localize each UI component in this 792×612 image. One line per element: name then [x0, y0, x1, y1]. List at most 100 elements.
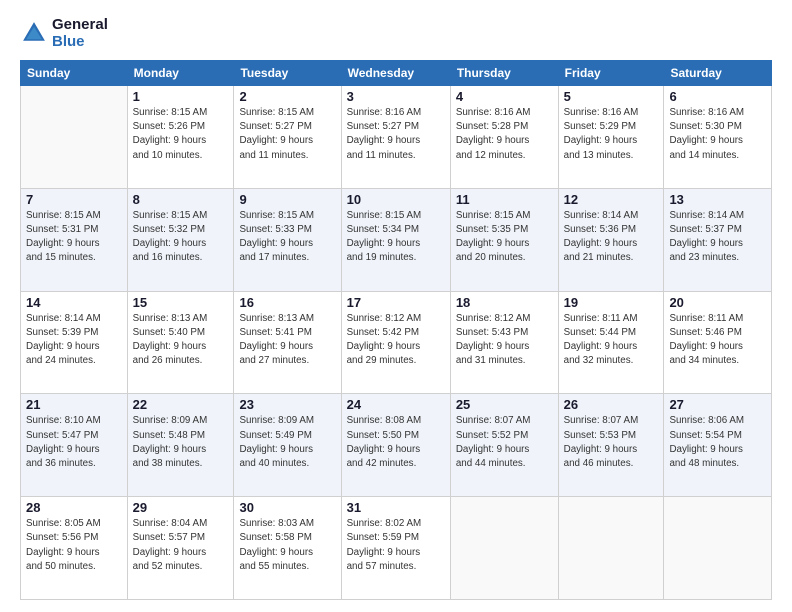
day-info: Sunrise: 8:04 AMSunset: 5:57 PMDaylight:…: [133, 517, 229, 574]
calendar-cell: 20 Sunrise: 8:11 AMSunset: 5:46 PMDayligh…: [664, 291, 772, 394]
calendar-cell: [450, 497, 558, 600]
calendar-week-row: 21Sunrise: 8:10 AMSunset: 5:47 PMDayligh…: [21, 394, 772, 497]
day-info: Sunrise: 8:08 AMSunset: 5:50 PMDaylight:…: [347, 414, 445, 471]
day-number: 29: [133, 500, 229, 515]
calendar-cell: 31Sunrise: 8:02 AMSunset: 5:59 PMDayligh…: [341, 497, 450, 600]
day-number: 1: [133, 89, 229, 104]
weekday-header-thursday: Thursday: [450, 61, 558, 86]
day-info: Sunrise: 8:14 AMSunset: 5:37 PMDaylight:…: [669, 209, 766, 266]
day-info: Sunrise: 8:05 AMSunset: 5:56 PMDaylight:…: [26, 517, 122, 574]
day-info: Sunrise: 8:15 AMSunset: 5:32 PMDaylight:…: [133, 209, 229, 266]
calendar-week-row: 1 Sunrise: 8:15 AMSunset: 5:26 PMDaylight…: [21, 86, 772, 189]
calendar-cell: 13 Sunrise: 8:14 AMSunset: 5:37 PMDayligh…: [664, 188, 772, 291]
day-number: 23: [239, 397, 335, 412]
day-info: Sunrise: 8:07 AMSunset: 5:52 PMDaylight:…: [456, 414, 553, 471]
day-info: Sunrise: 8:16 AMSunset: 5:27 PMDaylight:…: [347, 106, 445, 163]
day-info: Sunrise: 8:15 AMSunset: 5:33 PMDaylight:…: [239, 209, 335, 266]
calendar-cell: 4 Sunrise: 8:16 AMSunset: 5:28 PMDaylight…: [450, 86, 558, 189]
calendar-cell: 19Sunrise: 8:11 AMSunset: 5:44 PMDayligh…: [558, 291, 664, 394]
calendar-cell: 9 Sunrise: 8:15 AMSunset: 5:33 PMDaylight…: [234, 188, 341, 291]
day-info: Sunrise: 8:07 AMSunset: 5:53 PMDaylight:…: [564, 414, 659, 471]
weekday-header-sunday: Sunday: [21, 61, 128, 86]
day-info: Sunrise: 8:09 AMSunset: 5:48 PMDaylight:…: [133, 414, 229, 471]
day-number: 30: [239, 500, 335, 515]
logo-text: General Blue: [52, 16, 108, 50]
calendar-cell: 16 Sunrise: 8:13 AMSunset: 5:41 PMDayligh…: [234, 291, 341, 394]
calendar-cell: 17 Sunrise: 8:12 AMSunset: 5:42 PMDayligh…: [341, 291, 450, 394]
calendar-cell: 26 Sunrise: 8:07 AMSunset: 5:53 PMDayligh…: [558, 394, 664, 497]
calendar-cell: 21Sunrise: 8:10 AMSunset: 5:47 PMDayligh…: [21, 394, 128, 497]
day-info: Sunrise: 8:15 AMSunset: 5:31 PMDaylight:…: [26, 209, 122, 266]
weekday-header-wednesday: Wednesday: [341, 61, 450, 86]
day-number: 20: [669, 295, 766, 310]
day-number: 16: [239, 295, 335, 310]
day-number: 31: [347, 500, 445, 515]
day-info: Sunrise: 8:03 AMSunset: 5:58 PMDaylight:…: [239, 517, 335, 574]
day-number: 27: [669, 397, 766, 412]
day-number: 11: [456, 192, 553, 207]
weekday-header-monday: Monday: [127, 61, 234, 86]
calendar-cell: 1 Sunrise: 8:15 AMSunset: 5:26 PMDaylight…: [127, 86, 234, 189]
calendar-cell: 23 Sunrise: 8:09 AMSunset: 5:49 PMDayligh…: [234, 394, 341, 497]
weekday-header-row: SundayMondayTuesdayWednesdayThursdayFrid…: [21, 61, 772, 86]
day-info: Sunrise: 8:16 AMSunset: 5:30 PMDaylight:…: [669, 106, 766, 163]
calendar-cell: [664, 497, 772, 600]
logo: General Blue: [20, 16, 108, 50]
calendar-cell: 14 Sunrise: 8:14 AMSunset: 5:39 PMDayligh…: [21, 291, 128, 394]
day-number: 3: [347, 89, 445, 104]
day-number: 21: [26, 397, 122, 412]
day-info: Sunrise: 8:09 AMSunset: 5:49 PMDaylight:…: [239, 414, 335, 471]
day-number: 13: [669, 192, 766, 207]
day-number: 22: [133, 397, 229, 412]
day-number: 17: [347, 295, 445, 310]
calendar-cell: 25 Sunrise: 8:07 AMSunset: 5:52 PMDayligh…: [450, 394, 558, 497]
day-info: Sunrise: 8:11 AMSunset: 5:46 PMDaylight:…: [669, 312, 766, 369]
calendar-cell: [21, 86, 128, 189]
calendar-cell: 11 Sunrise: 8:15 AMSunset: 5:35 PMDayligh…: [450, 188, 558, 291]
day-info: Sunrise: 8:12 AMSunset: 5:42 PMDaylight:…: [347, 312, 445, 369]
calendar-cell: 2 Sunrise: 8:15 AMSunset: 5:27 PMDaylight…: [234, 86, 341, 189]
calendar-cell: 28 Sunrise: 8:05 AMSunset: 5:56 PMDayligh…: [21, 497, 128, 600]
day-info: Sunrise: 8:15 AMSunset: 5:35 PMDaylight:…: [456, 209, 553, 266]
day-number: 25: [456, 397, 553, 412]
day-number: 9: [239, 192, 335, 207]
day-info: Sunrise: 8:13 AMSunset: 5:41 PMDaylight:…: [239, 312, 335, 369]
header: General Blue: [20, 16, 772, 50]
day-number: 28: [26, 500, 122, 515]
day-number: 8: [133, 192, 229, 207]
weekday-header-tuesday: Tuesday: [234, 61, 341, 86]
day-number: 15: [133, 295, 229, 310]
calendar-cell: 29 Sunrise: 8:04 AMSunset: 5:57 PMDayligh…: [127, 497, 234, 600]
calendar-cell: 8 Sunrise: 8:15 AMSunset: 5:32 PMDaylight…: [127, 188, 234, 291]
calendar-cell: 12 Sunrise: 8:14 AMSunset: 5:36 PMDayligh…: [558, 188, 664, 291]
day-number: 12: [564, 192, 659, 207]
day-info: Sunrise: 8:15 AMSunset: 5:34 PMDaylight:…: [347, 209, 445, 266]
day-number: 2: [239, 89, 335, 104]
day-info: Sunrise: 8:15 AMSunset: 5:27 PMDaylight:…: [239, 106, 335, 163]
day-number: 14: [26, 295, 122, 310]
day-info: Sunrise: 8:16 AMSunset: 5:28 PMDaylight:…: [456, 106, 553, 163]
weekday-header-friday: Friday: [558, 61, 664, 86]
calendar-cell: 30 Sunrise: 8:03 AMSunset: 5:58 PMDayligh…: [234, 497, 341, 600]
day-number: 24: [347, 397, 445, 412]
logo-icon: [20, 19, 48, 47]
day-number: 5: [564, 89, 659, 104]
day-info: Sunrise: 8:14 AMSunset: 5:36 PMDaylight:…: [564, 209, 659, 266]
day-info: Sunrise: 8:14 AMSunset: 5:39 PMDaylight:…: [26, 312, 122, 369]
calendar-cell: [558, 497, 664, 600]
calendar-cell: 18Sunrise: 8:12 AMSunset: 5:43 PMDayligh…: [450, 291, 558, 394]
day-number: 19: [564, 295, 659, 310]
day-info: Sunrise: 8:16 AMSunset: 5:29 PMDaylight:…: [564, 106, 659, 163]
day-number: 7: [26, 192, 122, 207]
calendar-cell: 15Sunrise: 8:13 AMSunset: 5:40 PMDayligh…: [127, 291, 234, 394]
day-number: 10: [347, 192, 445, 207]
day-number: 4: [456, 89, 553, 104]
weekday-header-saturday: Saturday: [664, 61, 772, 86]
page: General Blue SundayMondayTuesdayWednesda…: [0, 0, 792, 612]
day-number: 26: [564, 397, 659, 412]
calendar-table: SundayMondayTuesdayWednesdayThursdayFrid…: [20, 60, 772, 600]
day-info: Sunrise: 8:15 AMSunset: 5:26 PMDaylight:…: [133, 106, 229, 163]
calendar-cell: 7 Sunrise: 8:15 AMSunset: 5:31 PMDaylight…: [21, 188, 128, 291]
calendar-cell: 10 Sunrise: 8:15 AMSunset: 5:34 PMDayligh…: [341, 188, 450, 291]
calendar-cell: 27Sunrise: 8:06 AMSunset: 5:54 PMDayligh…: [664, 394, 772, 497]
